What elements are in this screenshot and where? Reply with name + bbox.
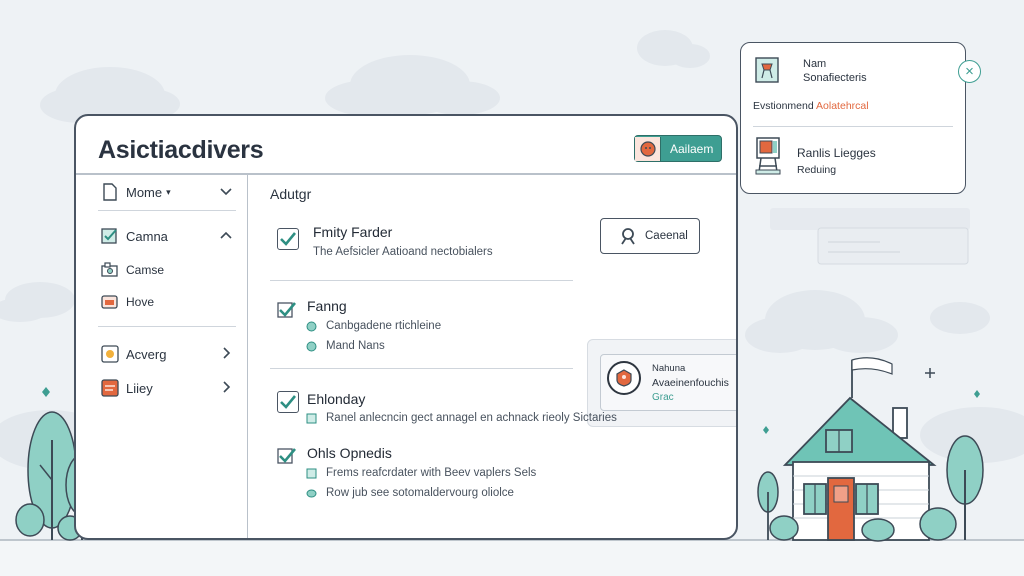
house-illustration: [782, 357, 937, 541]
info-card-link[interactable]: Grac: [652, 392, 674, 403]
camera-icon: [100, 260, 120, 280]
info-card-text: Avaeinenfouchis: [652, 377, 729, 389]
checkbox-icon: [100, 226, 120, 246]
item-subtitle-text: Mand Nans: [326, 340, 385, 352]
item-subtitle-text: Frems reafcrdater with Beev vaplers Sels: [326, 467, 537, 479]
content-divider: [270, 368, 573, 369]
section-title: Adutgr: [270, 186, 312, 202]
popup-status-prefix: Evstionmend: [753, 100, 814, 112]
item-subtitle: Row jub see sotomaldervourg oliolce: [306, 487, 514, 499]
window-title: Asictiacdivers: [98, 136, 264, 164]
item-subtitle-text: Ranel anlecncin gect annagel en achnack …: [326, 412, 617, 424]
caret-down-icon: ▾: [166, 186, 171, 197]
sidebar-item-acverg[interactable]: Acverg: [100, 344, 240, 364]
app-icon: [755, 57, 779, 83]
image-icon: [100, 292, 120, 312]
sidebar-item-label: Camna: [126, 228, 168, 244]
item-subtitle-text: Row jub see sotomaldervourg oliolce: [326, 487, 514, 499]
item-checkbox[interactable]: [277, 228, 299, 250]
sidebar: Mome ▾ Camna Camse Hove Acverg Liiey: [76, 174, 248, 538]
popup-status: Evstionmend Aolatehrcal: [753, 100, 869, 112]
item-title: Ohls Opnedis: [307, 445, 392, 461]
sidebar-item-label: Hove: [126, 295, 155, 309]
sidebar-item-hove[interactable]: Hove: [100, 292, 154, 312]
sidebar-divider: [98, 326, 236, 327]
tag-icon: [100, 344, 120, 364]
main-window: Asictiacdivers Aailaem Mome ▾ Camna Cams…: [74, 114, 738, 540]
item-subtitle: Mand Nans: [306, 340, 385, 352]
item-subtitle: Ranel anlecncin gect annagel en achnack …: [306, 412, 617, 424]
item-checkbox[interactable]: [277, 391, 299, 413]
avatar-icon: [635, 136, 661, 161]
content-area: Adutgr Fmity Farder The Aefsicler Aatioa…: [250, 174, 736, 538]
item-title: Fmity Farder: [313, 224, 393, 240]
item-checkbox[interactable]: [277, 446, 297, 466]
sidebar-item-camna[interactable]: Camna: [100, 226, 240, 246]
chevron-right-icon[interactable]: [222, 346, 232, 362]
note-icon: [306, 468, 317, 479]
popup-divider: [753, 126, 953, 127]
content-divider: [270, 280, 573, 281]
sidebar-item-mome[interactable]: Mome ▾: [100, 182, 240, 202]
info-icon: [306, 321, 317, 332]
popup-subtitle: Sonafiecteris: [803, 72, 867, 84]
sidebar-item-label: Mome: [126, 184, 163, 200]
popup-status-accent: Aolatehrcal: [816, 100, 869, 112]
caeenal-button[interactable]: Caeenal: [600, 218, 700, 254]
header-button-label: Aailaem: [670, 141, 714, 156]
item-subtitle: Canbgadene rtichleine: [306, 320, 441, 332]
sidebar-item-label: Acverg: [126, 346, 167, 362]
chevron-right-icon[interactable]: [222, 380, 232, 396]
file-icon: [100, 182, 120, 202]
caeenal-button-label: Caeenal: [645, 230, 688, 242]
badge-icon: [607, 361, 641, 395]
popup-item-title: Ranlis Liegges: [797, 146, 876, 160]
item-subtitle-text: Canbgadene rtichleine: [326, 320, 442, 332]
sidebar-item-label: Camse: [126, 263, 165, 277]
notification-popup: Nam Sonafiecteris Evstionmend Aolatehrca…: [740, 42, 966, 194]
dot-icon: [306, 488, 317, 499]
sidebar-item-liiey[interactable]: Liiey: [100, 378, 240, 398]
dot-icon: [306, 341, 317, 352]
user-icon: [621, 228, 635, 245]
sidebar-item-label: Liiey: [126, 380, 153, 396]
item-subtitle: Frems reafcrdater with Beev vaplers Sels: [306, 467, 536, 479]
item-subtitle-text: The Aefsicler Aatioand nectobialers: [313, 246, 493, 258]
device-icon: [755, 137, 781, 175]
sidebar-divider: [98, 210, 236, 211]
close-icon[interactable]: ×: [958, 60, 981, 83]
header-profile-button[interactable]: Aailaem: [634, 135, 722, 162]
sidebar-item-camse[interactable]: Camse: [100, 260, 164, 280]
info-card-title: Nahuna: [652, 363, 686, 374]
item-checkbox[interactable]: [277, 300, 297, 320]
note-icon: [306, 413, 317, 424]
note-icon: [100, 378, 120, 398]
chevron-down-icon[interactable]: [220, 185, 232, 200]
chevron-up-icon[interactable]: [220, 229, 232, 244]
item-subtitle: The Aefsicler Aatioand nectobialers: [313, 246, 493, 258]
item-title: Ehlonday: [307, 391, 366, 407]
item-title: Fanng: [307, 298, 347, 314]
info-card[interactable]: Nahuna Avaeinenfouchis Grac: [600, 354, 736, 411]
popup-name-label: Nam: [803, 58, 827, 70]
popup-item-sub: Reduing: [797, 164, 837, 176]
